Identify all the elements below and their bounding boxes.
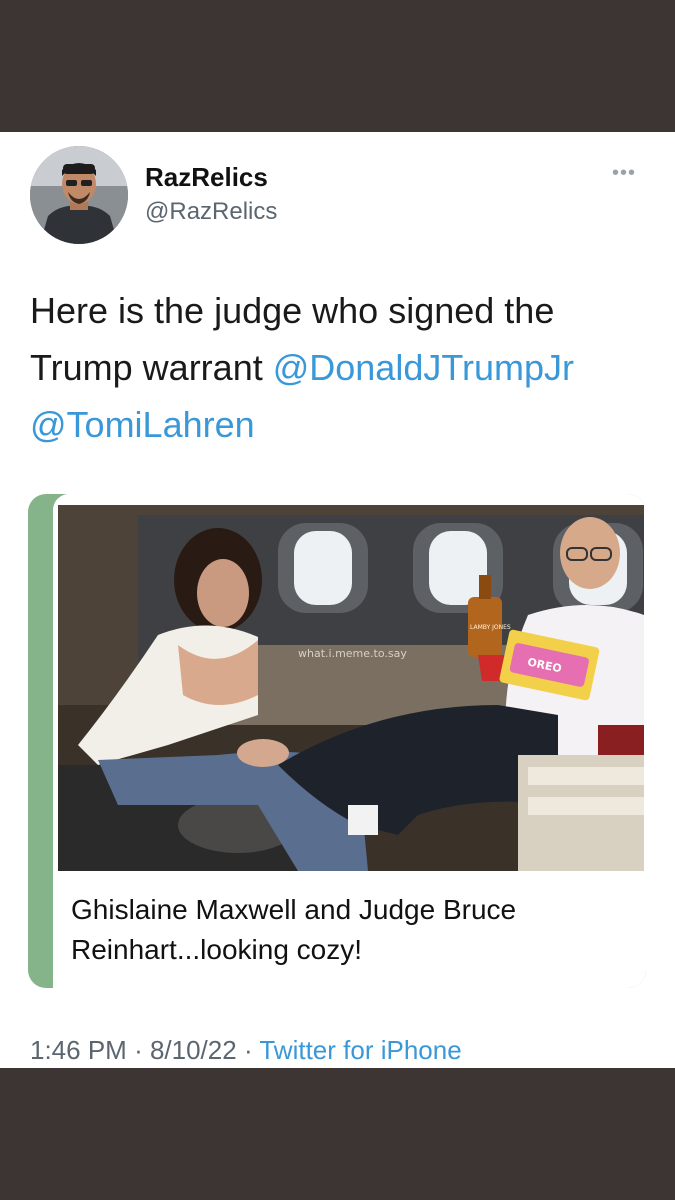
separator-dot: ·	[134, 1035, 150, 1065]
media-photo[interactable]: what.i.meme.to.say LAMBY JONES OREO	[58, 505, 644, 871]
mention-donaldjtrumpjr[interactable]: @DonaldJTrumpJr	[273, 347, 574, 388]
tweet-source-link[interactable]: Twitter for iPhone	[259, 1035, 461, 1065]
separator-dot: ·	[243, 1035, 260, 1065]
tweet-text: Here is the judge who signed the Trump w…	[30, 282, 640, 453]
tweet-date[interactable]: 8/10/22	[150, 1035, 237, 1065]
tweet-time[interactable]: 1:46 PM	[30, 1035, 127, 1065]
more-options-icon[interactable]: •••	[612, 163, 644, 183]
display-name[interactable]: RazRelics	[145, 162, 268, 193]
tweet-card: RazRelics @RazRelics ••• Here is the jud…	[0, 132, 675, 1068]
user-handle[interactable]: @RazRelics	[145, 198, 277, 226]
avatar[interactable]	[30, 146, 128, 244]
mention-tomilahren[interactable]: @TomiLahren	[30, 404, 255, 445]
bottle-label: LAMBY JONES	[470, 624, 511, 631]
tweet-media[interactable]: what.i.meme.to.say LAMBY JONES OREO Ghis…	[28, 494, 646, 988]
tweet-metadata: 1:46 PM · 8/10/22 · Twitter for iPhone	[30, 1035, 462, 1066]
watermark-text: what.i.meme.to.say	[298, 647, 407, 660]
media-caption: Ghislaine Maxwell and Judge Bruce Reinha…	[71, 894, 517, 965]
avatar-image	[30, 146, 128, 244]
photo-illustration: what.i.meme.to.say LAMBY JONES OREO	[58, 505, 644, 871]
